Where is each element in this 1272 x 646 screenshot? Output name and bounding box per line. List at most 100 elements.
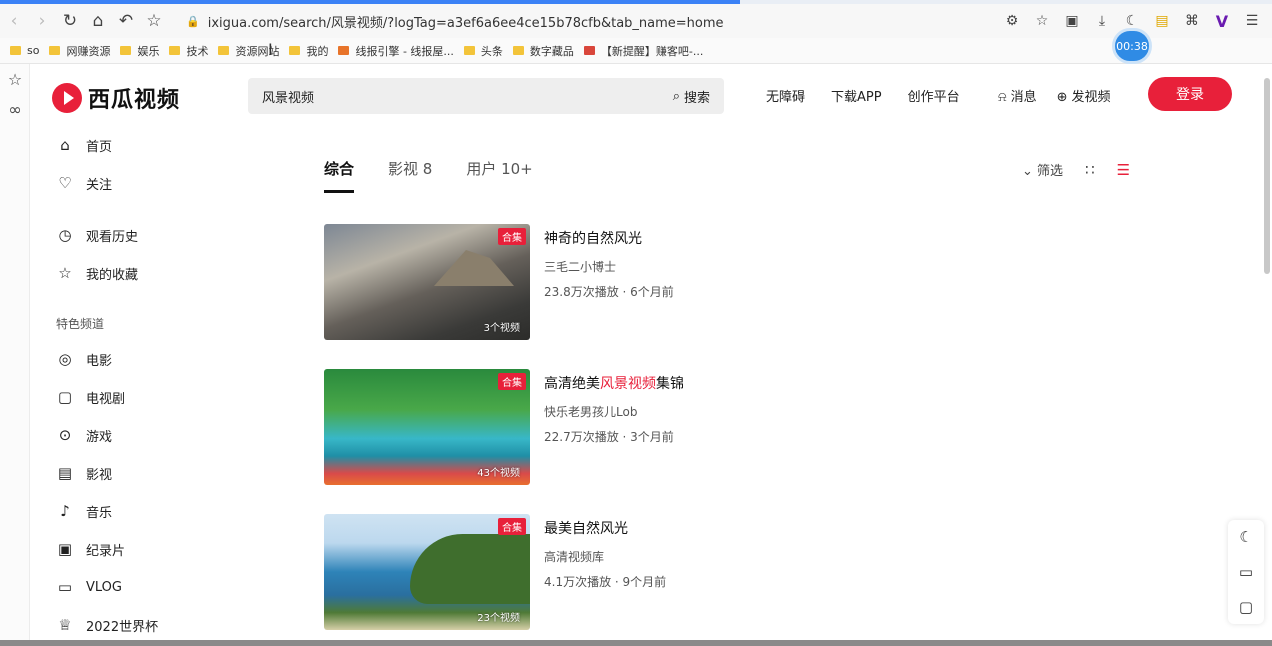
sidebar-item-film[interactable]: ▤ 影视: [30, 454, 250, 492]
tab-users[interactable]: 用户 10+: [466, 158, 532, 193]
view-tools: ⌄ 筛选 ∷ ☰: [1022, 160, 1130, 180]
puzzle-icon[interactable]: ⌘: [1180, 9, 1204, 33]
search-button[interactable]: ⌕ 搜索: [673, 87, 724, 106]
list-view-icon[interactable]: ☰: [1117, 161, 1130, 179]
result-tabs: 综合 影视 8 用户 10+: [324, 158, 533, 193]
undo-icon[interactable]: ↶: [112, 7, 140, 35]
tab-all[interactable]: 综合: [324, 158, 355, 193]
scrollbar[interactable]: [1264, 78, 1270, 274]
sidebar-divider: [30, 292, 250, 306]
link-icon[interactable]: ∞: [0, 94, 30, 124]
music-icon: ♪: [60, 502, 70, 520]
site-icon: [583, 46, 595, 55]
grid-view-icon[interactable]: ∷: [1085, 161, 1095, 179]
extension-icon[interactable]: ⚙: [1000, 9, 1024, 33]
result-item[interactable]: 合集 23个视频 最美自然风光 高清视频库 4.1万次播放 · 9个月前: [324, 514, 1024, 646]
gamepad-icon: ⊙: [58, 426, 72, 444]
result-item[interactable]: 合集 43个视频 高清绝美风景视频集锦 快乐老男孩儿Lob 22.7万次播放 ·…: [324, 369, 1024, 514]
bookmark-item[interactable]: 头条: [463, 43, 503, 59]
folder-icon: [289, 46, 301, 55]
url-field[interactable]: 🔒 ixigua.com/search/风景视频/?logTag=a3ef6a6…: [186, 12, 724, 31]
accessibility-link[interactable]: 无障碍: [766, 86, 805, 105]
folder-icon: [463, 46, 475, 55]
result-meta: 23.8万次播放 · 6个月前: [544, 285, 674, 299]
download-app-link[interactable]: 下载APP: [831, 86, 882, 105]
result-info: 最美自然风光 高清视频库 4.1万次播放 · 9个月前: [544, 514, 666, 646]
result-title[interactable]: 神奇的自然风光: [544, 228, 674, 248]
taskbar-edge: [0, 640, 1272, 646]
note-icon[interactable]: ▤: [1150, 9, 1174, 33]
video-count: 3个视频: [483, 323, 520, 334]
forward-icon[interactable]: ›: [28, 7, 56, 35]
bookmark-item[interactable]: so: [10, 44, 39, 57]
screenshot-icon[interactable]: ▣: [1060, 9, 1084, 33]
result-author[interactable]: 快乐老男孩儿Lob: [544, 403, 684, 420]
heart-icon: ♡: [58, 174, 72, 192]
upload-button[interactable]: ⊕ 发视频: [1057, 86, 1111, 105]
tv-icon: ▢: [57, 388, 73, 406]
bookmark-item[interactable]: 线报引擎 - 线报屋...: [338, 43, 454, 59]
sidebar-item-worldcup[interactable]: ♕ 2022世界杯: [30, 606, 250, 644]
sidebar-item-music[interactable]: ♪ 音乐: [30, 492, 250, 530]
tab-films[interactable]: 影视 8: [388, 158, 432, 193]
trophy-icon: ♕: [58, 616, 72, 634]
feedback-icon[interactable]: ▢: [1239, 598, 1253, 616]
result-title[interactable]: 最美自然风光: [544, 518, 666, 538]
search-box: ⌕ 搜索: [248, 78, 724, 114]
bookmark-item[interactable]: 数字藏品: [512, 43, 574, 59]
sidebar-item-home[interactable]: ⌂ 首页: [30, 126, 250, 164]
dark-mode-icon[interactable]: ☾: [1239, 528, 1252, 546]
filter-button[interactable]: ⌄ 筛选: [1022, 160, 1063, 179]
v-extension-icon[interactable]: V: [1210, 9, 1234, 33]
bookmark-item[interactable]: 技术: [169, 43, 208, 59]
search-input[interactable]: [248, 88, 673, 104]
menu-icon[interactable]: ☰: [1240, 9, 1264, 33]
result-author[interactable]: 三毛二小博士: [544, 258, 674, 275]
text-cursor-icon: I: [268, 40, 273, 59]
clapper-icon: ▤: [57, 464, 73, 482]
bell-icon: ⍾: [998, 90, 1007, 105]
url-text: ixigua.com/search/风景视频/?logTag=a3ef6a6ee…: [207, 15, 724, 31]
camera-icon: ▭: [57, 578, 73, 596]
browser-sidebar: ☆ ∞: [0, 64, 30, 646]
bookmark-item[interactable]: 网赚资源: [49, 43, 110, 59]
creator-platform-link[interactable]: 创作平台: [908, 86, 960, 105]
login-button[interactable]: 登录: [1148, 77, 1232, 111]
favorites-icon[interactable]: ☆: [1030, 9, 1054, 33]
chevron-down-icon: ⌄: [1022, 164, 1033, 179]
video-thumbnail[interactable]: 合集 23个视频: [324, 514, 530, 630]
result-info: 高清绝美风景视频集锦 快乐老男孩儿Lob 22.7万次播放 · 3个月前: [544, 369, 684, 514]
result-info: 神奇的自然风光 三毛二小博士 23.8万次播放 · 6个月前: [544, 224, 674, 369]
sidebar-item-follow[interactable]: ♡ 关注: [30, 164, 250, 202]
sidebar-item-game[interactable]: ⊙ 游戏: [30, 416, 250, 454]
logo[interactable]: 西瓜视频: [52, 82, 180, 114]
star-icon[interactable]: ☆: [140, 7, 168, 35]
video-thumbnail[interactable]: 合集 3个视频: [324, 224, 530, 340]
sidebar-item-tv[interactable]: ▢ 电视剧: [30, 378, 250, 416]
site-header: 西瓜视频 ⌕ 搜索 无障碍 下载APP 创作平台 ⍾消息 ⊕发视频 登录: [30, 64, 1272, 126]
download-icon[interactable]: ⤓: [1090, 9, 1114, 33]
result-item[interactable]: 合集 3个视频 神奇的自然风光 三毛二小博士 23.8万次播放 · 6个月前: [324, 224, 1024, 369]
sidebar-section-title: 特色频道: [56, 316, 105, 331]
result-title[interactable]: 高清绝美风景视频集锦: [544, 373, 684, 393]
collection-badge: 合集: [498, 373, 526, 390]
result-author[interactable]: 高清视频库: [544, 548, 666, 565]
video-thumbnail[interactable]: 合集 43个视频: [324, 369, 530, 485]
bookmarks-bar: so 网赚资源 娱乐 技术 资源网站 我的 线报引擎 - 线报屋... 头条 数…: [0, 38, 1272, 64]
sidebar-item-history[interactable]: ◷ 观看历史: [30, 216, 250, 254]
messages-button[interactable]: ⍾ 消息: [998, 86, 1037, 105]
bookmark-item[interactable]: 娱乐: [120, 43, 159, 59]
sidebar-item-vlog[interactable]: ▭ VLOG: [30, 568, 250, 606]
sidebar-item-movie[interactable]: ◎ 电影: [30, 340, 250, 378]
home-icon[interactable]: ⌂: [84, 7, 112, 35]
bookmark-item[interactable]: 我的: [289, 43, 328, 59]
sidebar-item-favorites[interactable]: ☆ 我的收藏: [30, 254, 250, 292]
back-icon[interactable]: ‹: [0, 7, 28, 35]
star-icon[interactable]: ☆: [0, 64, 30, 94]
reload-icon[interactable]: ↻: [56, 7, 84, 35]
bookmark-item[interactable]: 【新提醒】赚客吧-...: [583, 43, 703, 59]
result-meta: 4.1万次播放 · 9个月前: [544, 575, 667, 589]
floating-tools: ☾ ▭ ▢: [1228, 520, 1264, 624]
screen-icon[interactable]: ▭: [1239, 563, 1253, 581]
sidebar-item-documentary[interactable]: ▣ 纪录片: [30, 530, 250, 568]
